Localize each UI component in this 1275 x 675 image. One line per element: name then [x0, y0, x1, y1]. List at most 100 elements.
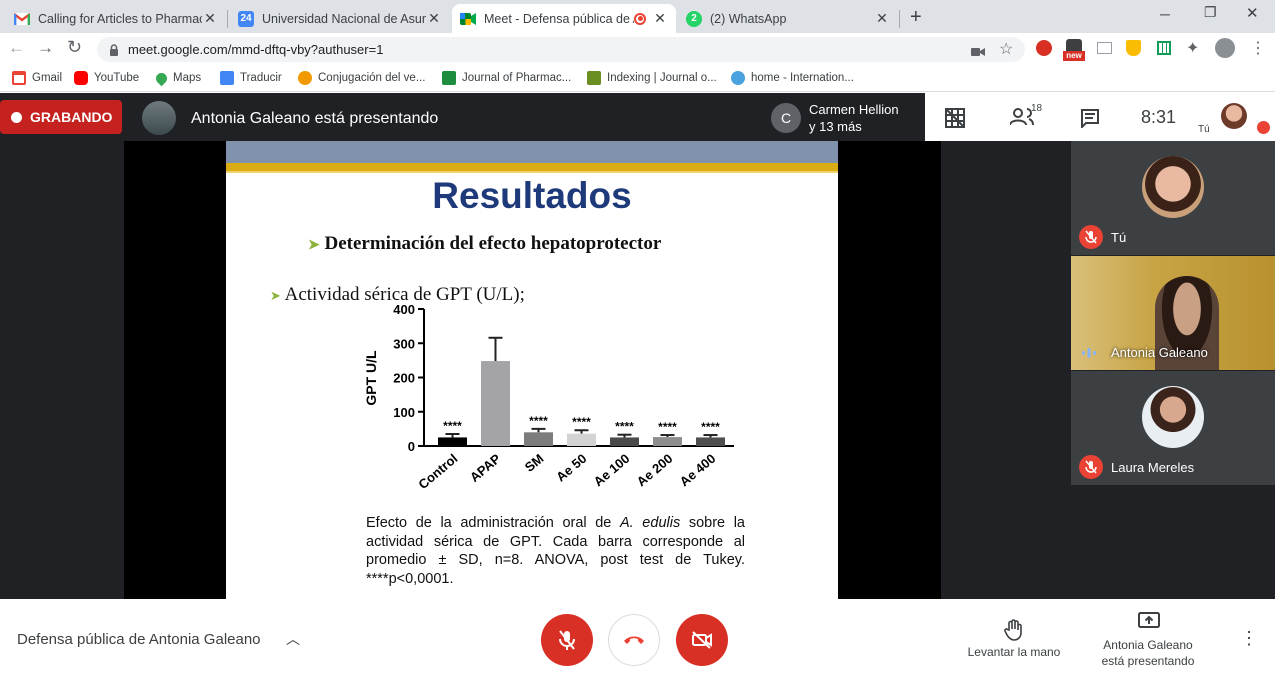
slide: Resultados ➤ Determinación del efecto he…: [226, 141, 838, 599]
others-line1: Carmen Hellion: [809, 102, 899, 117]
x-tick-label: Ae 400: [677, 451, 719, 489]
minimize-button[interactable]: ─: [1160, 6, 1170, 22]
close-icon[interactable]: ✕: [874, 10, 890, 27]
extension-badge-icon[interactable]: [1126, 40, 1141, 56]
bookmark-star-icon[interactable]: ☆: [999, 39, 1013, 59]
browser-menu-icon[interactable]: ⋮: [1250, 38, 1266, 58]
participant-tile-self[interactable]: Tú: [1071, 141, 1275, 255]
reload-icon[interactable]: ↻: [67, 37, 82, 58]
new-tab-button[interactable]: +: [910, 6, 922, 29]
slide-title: Resultados: [432, 175, 632, 216]
calendar-day: 24: [240, 13, 252, 24]
camera-icon[interactable]: [971, 44, 985, 62]
self-label-small: Tú: [1198, 124, 1210, 135]
bookmark-conjugacion[interactable]: Conjugación del ve...: [298, 70, 425, 86]
mic-off-icon: [1079, 455, 1103, 479]
bar: [653, 437, 682, 446]
tab-meet[interactable]: Meet - Defensa pública de A ✕: [452, 4, 676, 33]
participant-avatar: [1142, 156, 1204, 218]
presenting-line2: está presentando: [1101, 654, 1195, 668]
gpt-bar-chart: 0 100 200 300 400 GPT U/L **** Control APAP **** S…: [363, 302, 734, 492]
presenting-status[interactable]: Antonia Galeano está presentando: [1088, 637, 1208, 669]
bookmark-indexing[interactable]: Indexing | Journal o...: [587, 70, 717, 86]
mic-off-icon: [559, 630, 575, 650]
raise-hand-icon[interactable]: [1004, 619, 1024, 646]
bookmark-youtube[interactable]: YouTube: [74, 70, 139, 86]
youtube-icon: [74, 71, 88, 85]
indexing-icon: [587, 71, 601, 85]
url-text: meet.google.com/mmd-dftq-vby?authuser=1: [128, 42, 384, 57]
bullet-arrow-icon: ➤: [308, 238, 320, 253]
bookmark-maps[interactable]: Maps: [153, 70, 202, 86]
mic-toggle-button[interactable]: [541, 614, 593, 666]
meeting-title[interactable]: Defensa pública de Antonia Galeano: [17, 631, 261, 648]
slide-heading-text: Determinación del efecto hepatoprotector: [324, 233, 662, 254]
tab-divider: [899, 10, 900, 28]
caption-part: Efecto de la administración oral de: [366, 515, 620, 531]
whatsapp-badge: 2: [691, 13, 697, 24]
calendar-icon: 24: [238, 10, 254, 27]
forward-icon[interactable]: →: [37, 38, 54, 58]
lock-icon: [109, 43, 119, 61]
participant-avatar: [1142, 386, 1204, 448]
restore-button[interactable]: ❐: [1204, 4, 1217, 21]
presenting-line1: Antonia Galeano: [1103, 638, 1193, 652]
participant-tile-laura[interactable]: Laura Mereles: [1071, 371, 1275, 485]
close-icon[interactable]: ✕: [426, 10, 442, 27]
bar: [481, 361, 510, 446]
meet-top-controls: 18 8:31 Tú: [925, 93, 1275, 141]
x-tick-label: Control: [415, 451, 460, 492]
x-tick-label: Ae 200: [634, 451, 676, 489]
end-call-button[interactable]: [608, 614, 660, 666]
recording-badge: GRABANDO: [0, 100, 122, 134]
camera-toggle-button[interactable]: [676, 614, 728, 666]
back-icon[interactable]: ←: [8, 38, 25, 58]
slide-band-accent: [226, 171, 838, 173]
x-tick-label: SM: [522, 451, 547, 475]
x-tick-label: Ae 100: [591, 451, 633, 489]
sheets-extension-icon[interactable]: [1157, 41, 1171, 55]
close-icon[interactable]: ✕: [202, 10, 218, 27]
address-bar[interactable]: meet.google.com/mmd-dftq-vby?authuser=1 …: [97, 37, 1025, 62]
chat-icon[interactable]: [1080, 108, 1100, 133]
tab-universidad[interactable]: 24 Universidad Nacional de Asunció ✕: [230, 4, 450, 33]
profile-avatar[interactable]: [1215, 38, 1235, 58]
y-tick-label: 300: [393, 336, 415, 351]
bar: [567, 433, 596, 446]
extensions-puzzle-icon[interactable]: ✦: [1186, 38, 1199, 58]
whatsapp-icon: 2: [686, 10, 702, 27]
caption-species: A. edulis: [620, 515, 681, 531]
conjugation-icon: [298, 71, 312, 85]
hangup-icon: [624, 636, 644, 644]
significance-label: ****: [443, 419, 462, 433]
mic-off-icon: [1257, 121, 1270, 134]
extension-new-icon[interactable]: new: [1063, 39, 1085, 63]
raise-hand-label[interactable]: Levantar la mano: [964, 645, 1064, 659]
journal-icon: [442, 71, 456, 85]
layout-grid-icon[interactable]: [945, 108, 965, 133]
extension-shield-icon[interactable]: [1036, 40, 1052, 56]
bookmark-home[interactable]: home - Internation...: [731, 70, 854, 86]
bullet-arrow-icon: ➤: [270, 288, 281, 303]
present-screen-icon[interactable]: [1138, 612, 1160, 635]
meet-icon: [460, 11, 476, 27]
browser-tab-strip: Calling for Articles to Pharmaceu ✕ 24 U…: [0, 0, 1275, 33]
bookmark-journal[interactable]: Journal of Pharmac...: [442, 70, 571, 86]
bookmark-traducir[interactable]: Traducir: [220, 70, 282, 86]
meet-stage: GRABANDO Antonia Galeano está presentand…: [0, 93, 1275, 599]
bookmark-label: Journal of Pharmac...: [462, 72, 572, 84]
others-indicator[interactable]: C Carmen Hellion y 13 más: [763, 93, 925, 141]
tab-whatsapp[interactable]: 2 (2) WhatsApp ✕: [678, 4, 898, 33]
close-window-button[interactable]: ✕: [1246, 4, 1259, 22]
bookmark-label: Maps: [173, 72, 202, 84]
extension-reader-icon[interactable]: [1097, 42, 1112, 54]
close-icon[interactable]: ✕: [652, 10, 668, 27]
recording-label: GRABANDO: [30, 109, 113, 125]
bookmark-gmail[interactable]: Gmail: [12, 70, 62, 86]
participant-tile-antonia[interactable]: Antonia Galeano: [1071, 256, 1275, 370]
more-options-icon[interactable]: ⋮: [1240, 628, 1258, 649]
mic-off-icon: [1079, 225, 1103, 249]
y-tick-label: 400: [393, 302, 415, 317]
chevron-up-icon[interactable]: ︿: [286, 629, 300, 649]
tab-gmail[interactable]: Calling for Articles to Pharmaceu ✕: [6, 4, 226, 33]
